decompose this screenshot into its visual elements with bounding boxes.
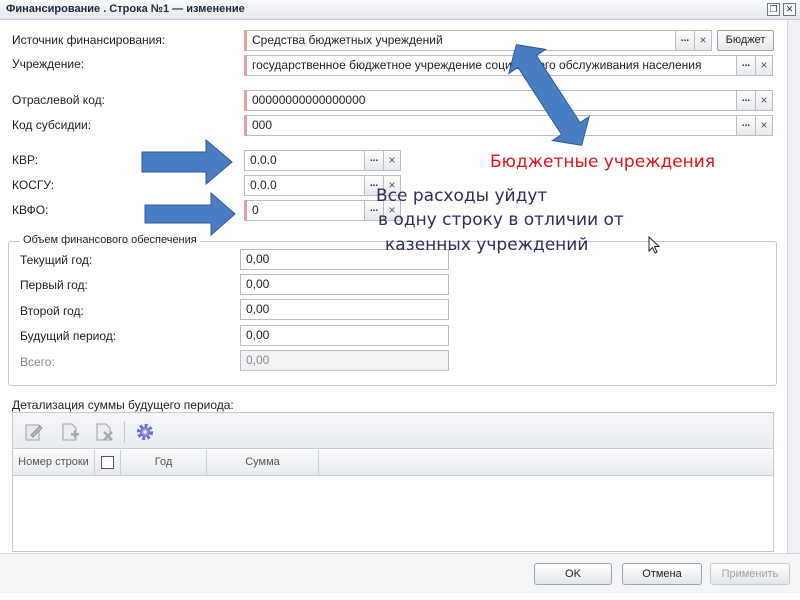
- arrow-double-institution: [507, 44, 591, 146]
- annotation-line-2: в одну строку в отличии от: [378, 210, 624, 230]
- annotation-line-1: Все расходы уйдут: [376, 186, 548, 206]
- arrow-to-kvr: [141, 138, 233, 186]
- annotation-arrows: [141, 44, 591, 237]
- mouse-cursor-icon: [648, 236, 661, 254]
- annotation-budget-institutions: Бюджетные учреждения: [490, 152, 716, 172]
- annotation-line-3: казенных учреждений: [385, 235, 589, 255]
- arrow-to-kvfo: [144, 191, 236, 237]
- dialog-window: Финансирование . Строка №1 — изменение ❐…: [0, 0, 800, 600]
